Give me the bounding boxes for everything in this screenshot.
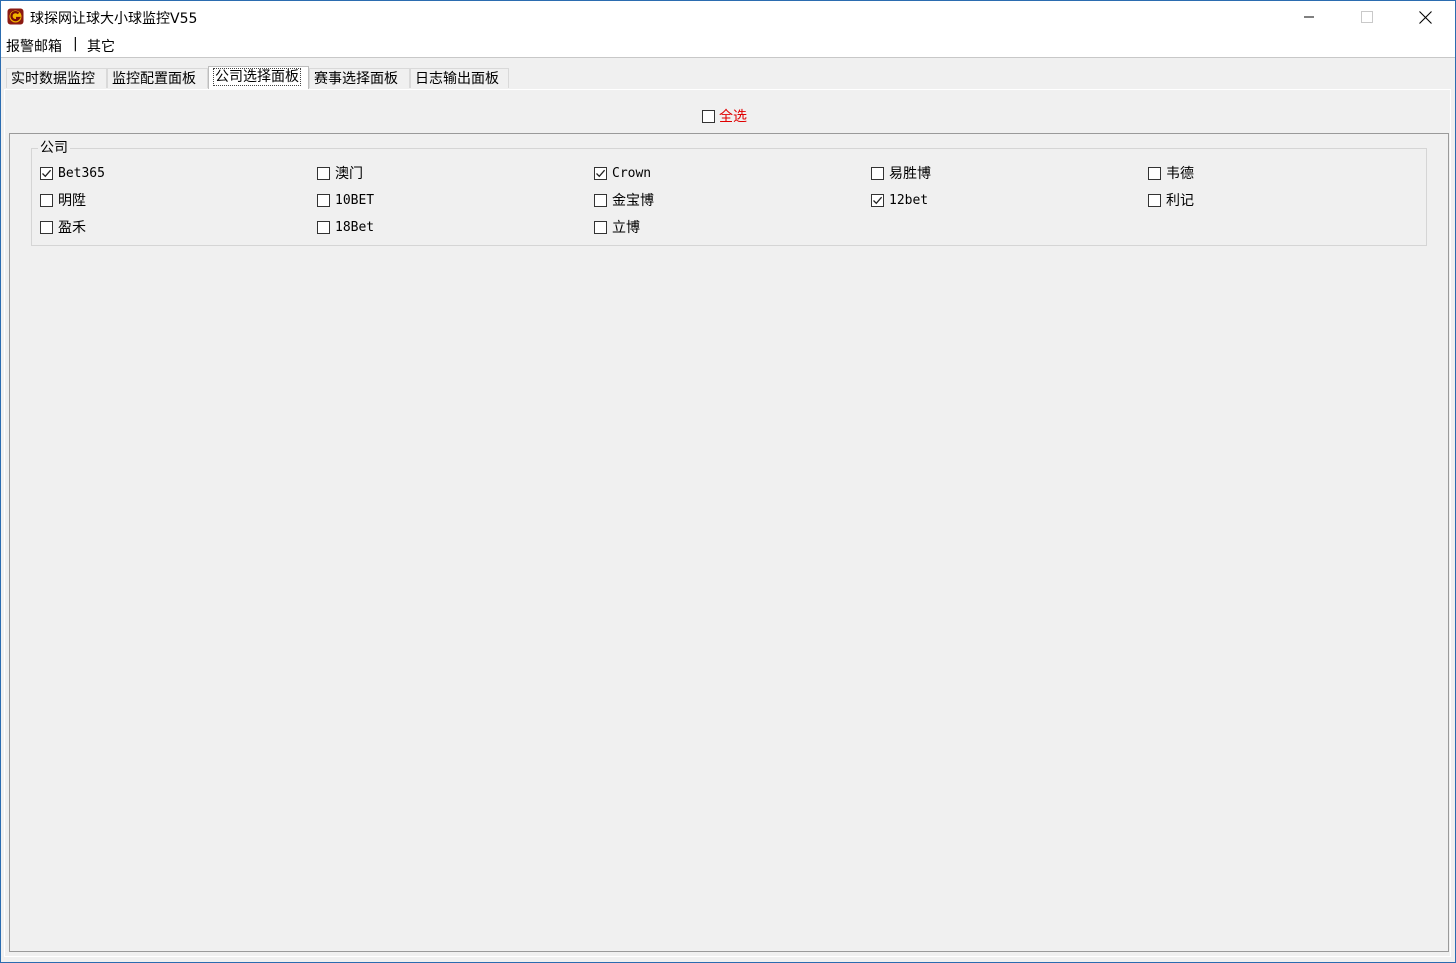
company-label: Bet365 (58, 165, 105, 181)
close-button[interactable] (1396, 1, 1454, 33)
minimize-icon (1304, 16, 1314, 18)
checkbox-box[interactable] (317, 166, 330, 180)
checkbox-box[interactable] (40, 220, 53, 234)
company-checkbox-weide[interactable]: 韦德 (1148, 164, 1194, 182)
company-checkbox-yinghe[interactable]: 盈禾 (40, 218, 86, 236)
company-checkbox-bet365[interactable]: Bet365 (40, 164, 105, 182)
company-checkbox-crown[interactable]: Crown (594, 164, 651, 182)
company-checkbox-liji[interactable]: 利记 (1148, 191, 1194, 209)
company-label: 10BET (335, 192, 375, 208)
company-checkbox-10bet[interactable]: 10BET (317, 191, 374, 209)
check-icon (873, 196, 883, 204)
menu-other[interactable]: 其它 (87, 36, 115, 56)
maximize-button[interactable] (1338, 1, 1396, 33)
checkbox-box[interactable] (594, 166, 607, 180)
checkbox-box[interactable] (702, 109, 715, 123)
company-checkbox-libo[interactable]: 立博 (594, 218, 640, 236)
company-select-panel: 全选 公司 Bet365 澳门 Crown 易胜博 韦德 明陞 10BET 金宝… (4, 89, 1451, 957)
tab-log-output[interactable]: 日志输出面板 (410, 68, 509, 88)
menu-bar: 报警邮箱 | 其它 (1, 33, 1455, 58)
menu-separator: | (73, 36, 78, 52)
company-label: 澳门 (335, 166, 363, 182)
tab-label: 日志输出面板 (415, 71, 499, 87)
checkbox-box[interactable] (594, 220, 607, 234)
company-label: 盈禾 (58, 220, 86, 236)
checkbox-box[interactable] (1148, 166, 1161, 180)
company-label: Crown (612, 165, 652, 181)
content-frame: 公司 Bet365 澳门 Crown 易胜博 韦德 明陞 10BET 金宝博 1… (9, 133, 1449, 952)
tab-match-select[interactable]: 赛事选择面板 (309, 68, 410, 88)
close-icon (1418, 10, 1432, 24)
select-all-checkbox[interactable]: 全选 (702, 107, 747, 125)
company-checkbox-mingsheng[interactable]: 明陞 (40, 191, 86, 209)
company-checkbox-easybet[interactable]: 易胜博 (871, 164, 931, 182)
tab-label: 赛事选择面板 (314, 71, 398, 87)
check-icon (596, 169, 606, 177)
checkbox-box[interactable] (871, 166, 884, 180)
checkbox-box[interactable] (317, 193, 330, 207)
checkbox-box[interactable] (594, 193, 607, 207)
tab-realtime-monitor[interactable]: 实时数据监控 (6, 68, 107, 88)
company-label: 韦德 (1166, 166, 1194, 182)
company-checkbox-12bet[interactable]: 12bet (871, 191, 928, 209)
menu-alarm-email[interactable]: 报警邮箱 (6, 36, 62, 56)
tab-company-select[interactable]: 公司选择面板 (208, 66, 309, 89)
company-label: 立博 (612, 220, 640, 236)
company-label: 明陞 (58, 193, 86, 209)
company-label: 18Bet (335, 219, 375, 235)
company-checkbox-18bet[interactable]: 18Bet (317, 218, 374, 236)
maximize-icon (1361, 11, 1373, 23)
checkbox-box[interactable] (1148, 193, 1161, 207)
company-checkbox-macau[interactable]: 澳门 (317, 164, 363, 182)
app-logo-icon (7, 8, 24, 25)
company-label: 利记 (1166, 193, 1194, 209)
company-label: 金宝博 (612, 193, 654, 209)
company-checkbox-jinbaobo[interactable]: 金宝博 (594, 191, 654, 209)
company-label: 12bet (889, 192, 929, 208)
checkbox-box[interactable] (871, 193, 884, 207)
select-all-label: 全选 (719, 109, 747, 125)
tab-label: 公司选择面板 (213, 68, 301, 86)
company-label: 易胜博 (889, 166, 931, 182)
tab-strip: 实时数据监控 监控配置面板 公司选择面板 赛事选择面板 日志输出面板 (4, 66, 1444, 89)
app-window: 球探网让球大小球监控V55 报警邮箱 | 其它 实时数据监控 监控配置面板 公司… (0, 0, 1456, 963)
checkbox-box[interactable] (40, 166, 53, 180)
checkbox-box[interactable] (317, 220, 330, 234)
check-icon (42, 169, 52, 177)
tab-label: 监控配置面板 (112, 71, 196, 87)
company-groupbox: 公司 Bet365 澳门 Crown 易胜博 韦德 明陞 10BET 金宝博 1… (31, 140, 1427, 246)
tab-monitor-config[interactable]: 监控配置面板 (107, 68, 208, 88)
tab-label: 实时数据监控 (11, 71, 95, 87)
group-title: 公司 (38, 140, 70, 156)
title-bar: 球探网让球大小球监控V55 (1, 1, 1455, 33)
minimize-button[interactable] (1280, 1, 1338, 33)
checkbox-box[interactable] (40, 193, 53, 207)
window-title: 球探网让球大小球监控V55 (30, 11, 198, 27)
